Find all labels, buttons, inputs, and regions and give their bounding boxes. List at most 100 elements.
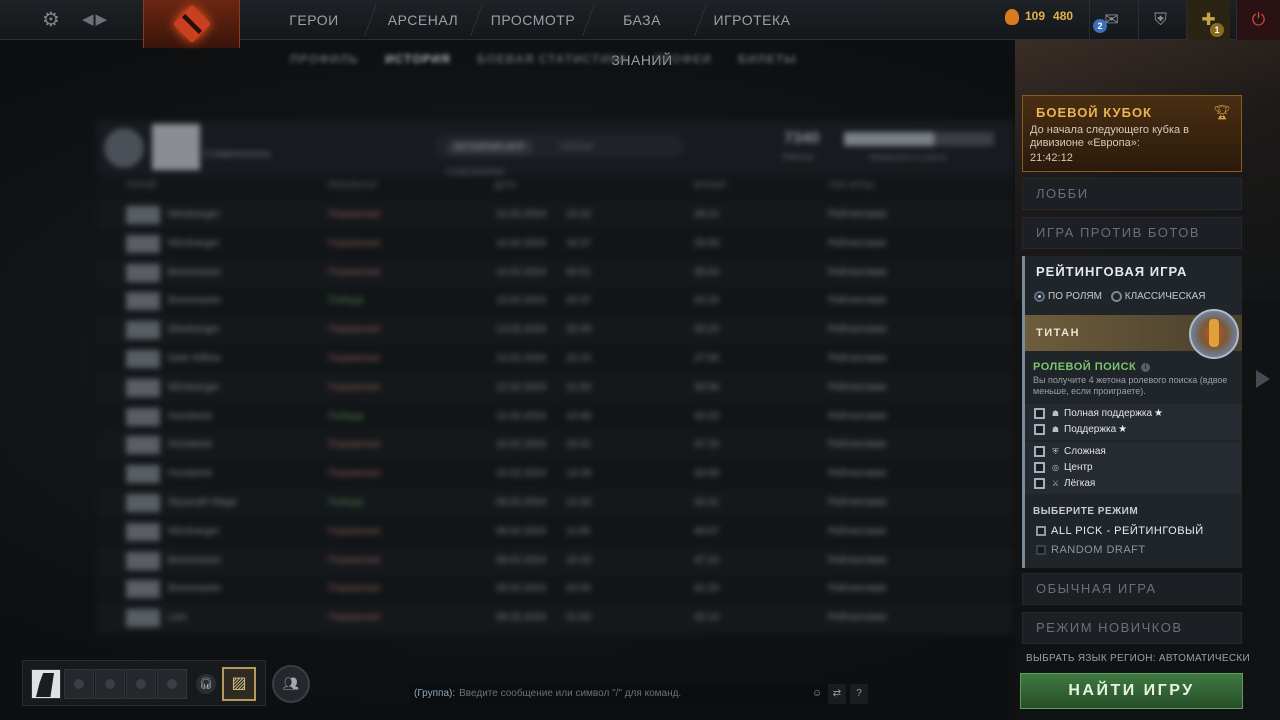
tab-heroes[interactable]: ГЕРОИ [559, 142, 593, 153]
chat-channel[interactable]: (Группа): [414, 688, 455, 699]
checkbox[interactable] [1034, 446, 1045, 457]
tab-trophies[interactable]: ТРОФЕИ [654, 52, 711, 66]
checkbox[interactable] [1034, 462, 1045, 473]
bot-match-button[interactable]: ИГРА ПРОТИВ БОТОВ [1022, 217, 1242, 249]
region-select[interactable]: РЕГИОН: АВТОМАТИЧЕСКИ [1110, 653, 1250, 664]
hero-name: Brewmaster [168, 583, 222, 595]
dota-logo-button[interactable] [143, 0, 240, 48]
forward-arrow-icon[interactable]: ▶ [96, 11, 110, 28]
table-row[interactable]: Hoodwink Поражение 10.02.2024 14:29 34:05 Рей… [96, 460, 1014, 488]
battle-pass-ticket-icon[interactable]: ▨ [222, 667, 256, 701]
checkbox[interactable] [1036, 545, 1046, 556]
match-duration: 47:24 [694, 554, 720, 566]
role-mid[interactable]: ◎ Центр [1034, 462, 1093, 476]
normal-match-button[interactable]: ОБЫЧНАЯ ИГРА [1022, 573, 1242, 605]
nav-back-forward[interactable]: ◀▶ [82, 10, 112, 30]
table-row[interactable]: Brewmaster Победа 13.02.2024 20:37 32:26 Рейт… [96, 287, 1014, 315]
table-row[interactable]: Brewmaster Поражение 09.02.2024 10:33 47:24 Р… [96, 546, 1014, 575]
support-roles-group: ☗ Полная поддержка ★ ☗ Поддержка ★ [1025, 404, 1242, 440]
chat-help-icon[interactable]: ? [850, 684, 868, 704]
armory-shield-button[interactable]: ⛨ [1138, 0, 1182, 40]
offlane-shield-icon: ⛨ [1052, 447, 1059, 456]
tab-tickets[interactable]: БИЛЕТЫ [738, 52, 797, 66]
table-row[interactable]: Hoodwink Поражение 10.02.2024 15:41 47:15 Рей… [96, 431, 1014, 460]
language-select[interactable]: ВЫБРАТЬ ЯЗЫК [1026, 653, 1107, 664]
back-arrow-icon[interactable]: ◀ [82, 11, 96, 28]
info-icon[interactable]: i [1141, 363, 1151, 372]
currency-display[interactable]: 109 480 [1005, 9, 1085, 31]
nav-learn[interactable]: БАЗА ЗНАНИЙ [593, 0, 691, 68]
role-hard-support[interactable]: ☗ Полная поддержка ★ [1034, 408, 1163, 422]
history-header: Славонсконь ИСТОРИЯ ИГР ГЕРОИ СОЮЗНИКИ 7… [96, 120, 1014, 178]
party-slot-empty[interactable] [95, 669, 125, 699]
checkbox[interactable] [1034, 408, 1045, 419]
table-row[interactable]: Windranger Поражение 09.02.2024 11:06 46:07 Р… [96, 518, 1014, 546]
role-safelane[interactable]: ⚔ Лёгкая [1034, 478, 1095, 492]
table-row[interactable]: Brewmaster Поражение 09.02.2024 20:45 31:20 Р… [96, 575, 1014, 603]
nav-watch[interactable]: ПРОСМОТР [484, 0, 582, 40]
role-soft-support[interactable]: ☗ Поддержка ★ [1034, 424, 1127, 438]
voice-headset-icon[interactable]: 🎧︎ [196, 674, 216, 694]
role-search-description: Вы получите 4 жетона ролевого поиска (вд… [1033, 375, 1228, 396]
table-row[interactable]: Windranger Поражение 14.02.2024 16:37 29:59 Р… [96, 230, 1014, 258]
hero-portrait-icon [126, 292, 160, 311]
mode-all-pick-ranked[interactable]: ALL PICK - РЕЙТИНГОВЫЙ [1036, 525, 1204, 537]
match-duration: 29:59 [694, 237, 720, 249]
match-duration: 32:26 [694, 295, 720, 307]
table-row[interactable]: Windranger Поражение 13.02.2024 23:49 25:24 Р… [96, 316, 1014, 345]
emoji-icon[interactable]: ☺ [808, 684, 826, 704]
hero-name: Windranger [168, 209, 220, 220]
messages-button[interactable]: ✉ 2 [1089, 0, 1133, 40]
chat-wheel-icon[interactable]: ⇄ [828, 684, 846, 704]
power-button[interactable]: ⏻ [1236, 0, 1280, 40]
battle-cup-card[interactable]: БОЕВОЙ КУБОК 🏆︎ До начала следующего куб… [1022, 95, 1242, 172]
events-button[interactable]: ✚ 1 [1186, 0, 1230, 40]
role-offlane[interactable]: ⛨ Сложная [1034, 446, 1106, 460]
checkbox[interactable] [1034, 478, 1045, 489]
table-row[interactable]: Hoodwink Победа 12.02.2024 14:48 43:20 Рейтин… [96, 403, 1014, 431]
choose-mode-label: ВЫБЕРИТЕ РЕЖИМ [1033, 506, 1139, 517]
tab-history[interactable]: ИСТОРИЯ [385, 52, 451, 66]
table-row[interactable]: Dark Willow Поражение 13.02.2024 22:24 27:56… [96, 345, 1014, 373]
table-row[interactable]: Skywrath Mage Победа 09.02.2024 12:33 42:31 Р… [96, 489, 1014, 517]
tab-battle-stats[interactable]: БОЕВАЯ СТАТИСТИКА [477, 52, 628, 66]
newbie-mode-button[interactable]: РЕЖИМ НОВИЧКОВ [1022, 612, 1242, 644]
match-duration: 30:56 [694, 381, 720, 393]
tab-match-history[interactable]: ИСТОРИЯ ИГР [446, 140, 533, 155]
nav-armory[interactable]: АРСЕНАЛ [378, 0, 468, 40]
radio-by-roles[interactable]: ПО РОЛЯМ [1034, 291, 1102, 302]
table-row[interactable]: Brewmaster Поражение 14.02.2024 00:51 35:04 Р… [96, 258, 1014, 287]
party-slot-self[interactable] [31, 669, 61, 699]
party-slot-empty[interactable] [157, 669, 187, 699]
settings-gear-icon[interactable]: ⚙ [40, 9, 62, 31]
checkbox[interactable] [1036, 526, 1046, 537]
checkbox[interactable] [1034, 424, 1045, 435]
friends-group-icon[interactable]: 👥︎ [272, 665, 310, 703]
chat-placeholder: Введите сообщение или символ "/" для ком… [459, 688, 682, 699]
find-match-button[interactable]: НАЙТИ ИГРУ [1020, 673, 1243, 709]
hero-portrait-icon [126, 321, 160, 340]
match-time: 14:29 [566, 468, 592, 480]
chat-input[interactable]: (Группа): Введите сообщение или символ "/… [410, 684, 828, 704]
party-slot-empty[interactable] [64, 669, 94, 699]
nav-heroes[interactable]: ГЕРОИ [268, 0, 360, 40]
radio-classic[interactable]: КЛАССИЧЕСКАЯ [1110, 291, 1206, 302]
hero-portrait-icon [126, 206, 160, 224]
tab-profile[interactable]: ПРОФИЛЬ [290, 52, 359, 66]
party-slot-empty[interactable] [126, 669, 156, 699]
match-duration: 42:14 [694, 612, 720, 624]
side-arrow-icon[interactable] [1256, 370, 1270, 388]
mode-random-draft[interactable]: RANDOM DRAFT [1036, 544, 1146, 556]
tab-allies[interactable]: СОЮЗНИКИ [446, 167, 504, 178]
col-type: ТИП ИГРЫ [828, 180, 875, 190]
rank-confidence-fill [844, 132, 934, 146]
ranked-title[interactable]: РЕЙТИНГОВАЯ ИГРА [1036, 264, 1187, 279]
match-date: 12.02.2024 [496, 381, 547, 393]
match-result: Поражение [328, 554, 381, 566]
nav-arcade[interactable]: ИГРОТЕКА [710, 0, 794, 40]
table-row[interactable]: Windranger Поражение 12.02.2024 21:53 30:56 Р… [96, 373, 1014, 402]
table-row[interactable]: Lion Поражение 08.02.2024 01:02 42:14 Рейтинг… [96, 604, 1014, 633]
hero-name: Windranger [168, 525, 220, 537]
lobby-button[interactable]: ЛОББИ [1022, 178, 1242, 210]
table-row[interactable]: Windranger Поражение 14.02.2024 15:32 49:21 Р… [96, 201, 1014, 229]
